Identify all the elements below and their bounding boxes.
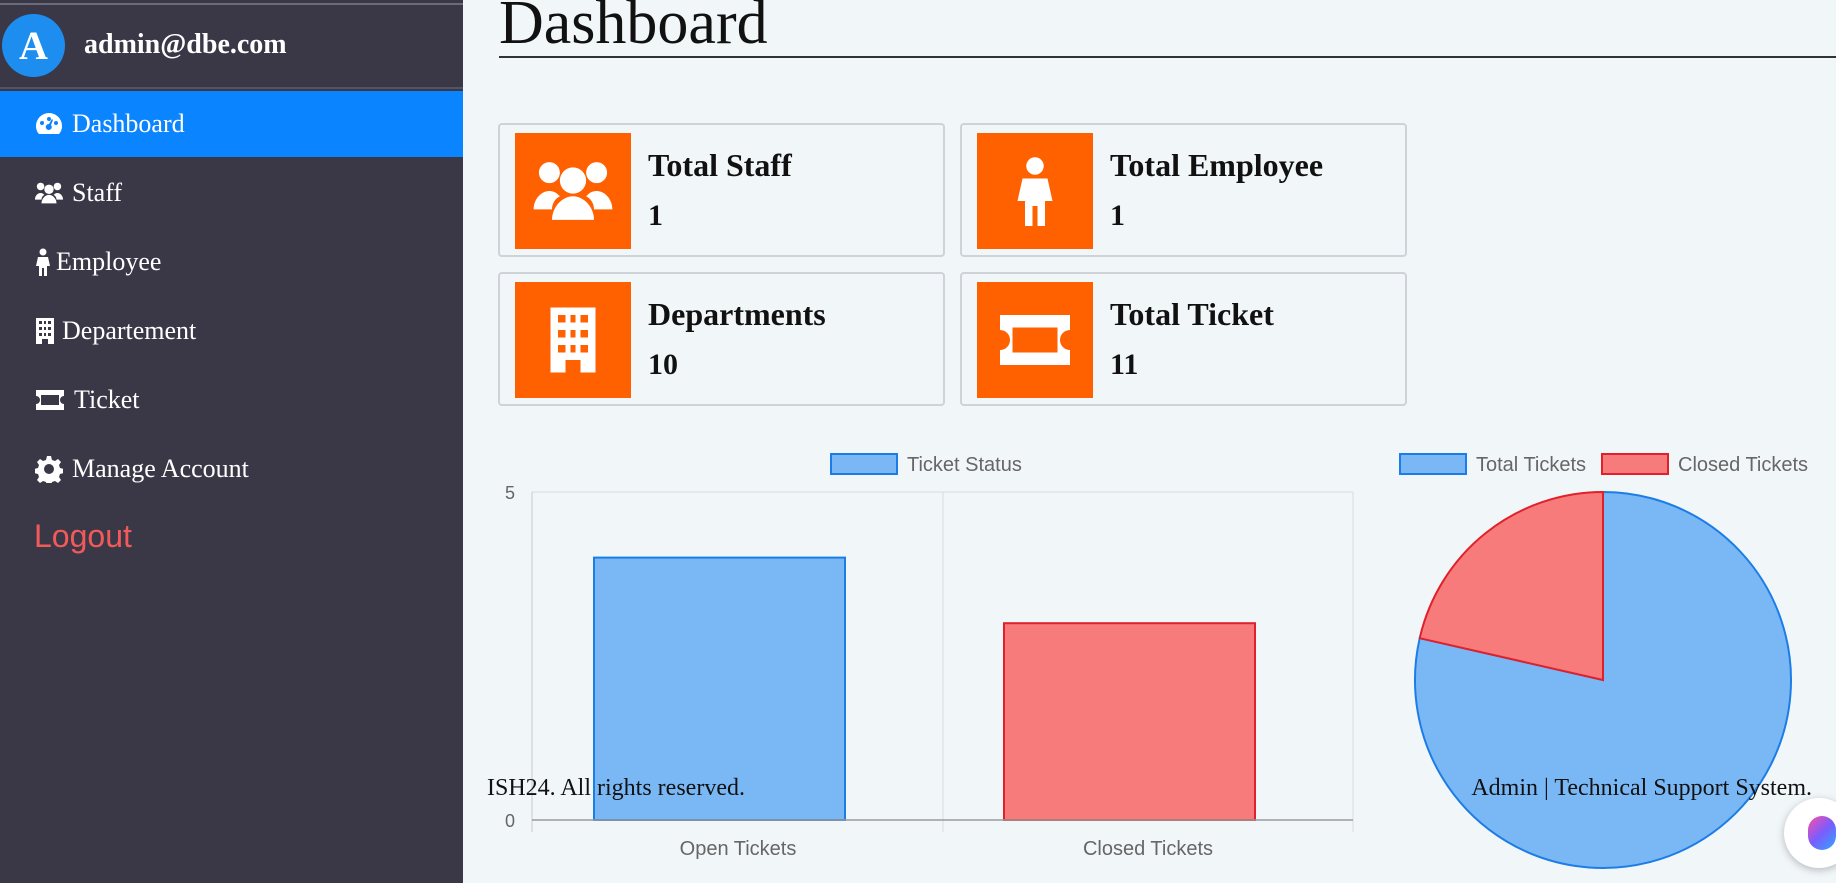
sidebar-item-staff[interactable]: Staff [0,160,463,226]
stat-card-departments[interactable]: Departments 10 [498,272,945,406]
stat-label: Total Staff [648,147,792,183]
x-tick-label: Open Tickets [680,838,797,860]
footer-system-name: Admin | Technical Support System. [1471,775,1812,801]
stat-tile [977,133,1093,249]
y-tick-label: 5 [505,483,515,503]
bar-closed-tickets[interactable] [1003,622,1256,821]
stat-value: 1 [1110,199,1125,232]
stat-label: Departments [648,296,826,332]
pie-legend-total[interactable]: Total Tickets [1399,453,1586,476]
stat-tile [515,282,631,398]
sidebar-item-label: Employee [56,247,162,276]
sidebar-item-label: Staff [72,178,123,207]
legend-label: Closed Tickets [1678,454,1808,476]
stat-value: 1 [648,199,663,232]
stat-card-total-ticket[interactable]: Total Ticket 11 [960,272,1407,406]
page-title: Dashboard [499,0,768,57]
legend-swatch [1601,453,1669,475]
sidebar-item-label: Departement [62,316,197,345]
sidebar-item-ticket[interactable]: Ticket [0,367,463,433]
pie-legend-closed[interactable]: Closed Tickets [1601,453,1808,476]
person-icon [1017,157,1053,226]
user-email: admin@dbe.com [84,29,287,60]
sidebar-item-manage-account[interactable]: Manage Account [0,436,463,502]
legend-swatch [1399,453,1467,475]
footer-copyright: ISH24. All rights reserved. [487,775,745,801]
ticket-pie-chart: Total Tickets Closed Tickets [1399,453,1808,869]
sidebar-item-employee[interactable]: Employee [0,229,463,295]
avatar[interactable]: A [2,14,65,77]
x-tick-label: Closed Tickets [1083,838,1213,860]
sidebar-item-label: Manage Account [72,454,249,483]
sidebar-item-label: Dashboard [72,109,185,138]
sidebar-item-label: Ticket [74,385,140,414]
stat-tile [977,282,1093,398]
stat-label: Total Employee [1110,147,1324,183]
title-divider [499,56,1836,58]
stat-value: 11 [1110,348,1139,381]
ticket-icon [34,385,66,415]
logout-link[interactable]: Logout [34,518,132,555]
building-icon [34,316,56,346]
users-icon [533,162,613,220]
profile-header: A admin@dbe.com [0,5,463,89]
bar-legend[interactable]: Ticket Status [830,453,1022,476]
legend-label: Total Tickets [1476,454,1586,476]
gear-icon [34,454,64,484]
assistant-logo-icon [1808,816,1836,850]
person-icon [34,247,52,277]
stat-tile [515,133,631,249]
stat-card-total-staff[interactable]: Total Staff 1 [498,123,945,257]
sidebar-item-dashboard[interactable]: Dashboard [0,91,463,157]
users-icon [34,178,64,208]
ticket-status-bar-chart: Ticket Status 5 0 Open Tickets Closed Ti… [505,453,1354,860]
sidebar-item-departement[interactable]: Departement [0,298,463,364]
building-icon [550,307,596,373]
legend-swatch [830,453,898,475]
stat-value: 10 [648,348,678,381]
sidebar: A admin@dbe.com Dashboard Staff Employee… [0,0,463,883]
y-tick-label: 0 [505,811,515,831]
stat-label: Total Ticket [1110,296,1274,332]
ticket-icon [1000,315,1070,365]
gauge-icon [34,109,64,139]
stat-card-total-employee[interactable]: Total Employee 1 [960,123,1407,257]
legend-label: Ticket Status [907,454,1022,476]
